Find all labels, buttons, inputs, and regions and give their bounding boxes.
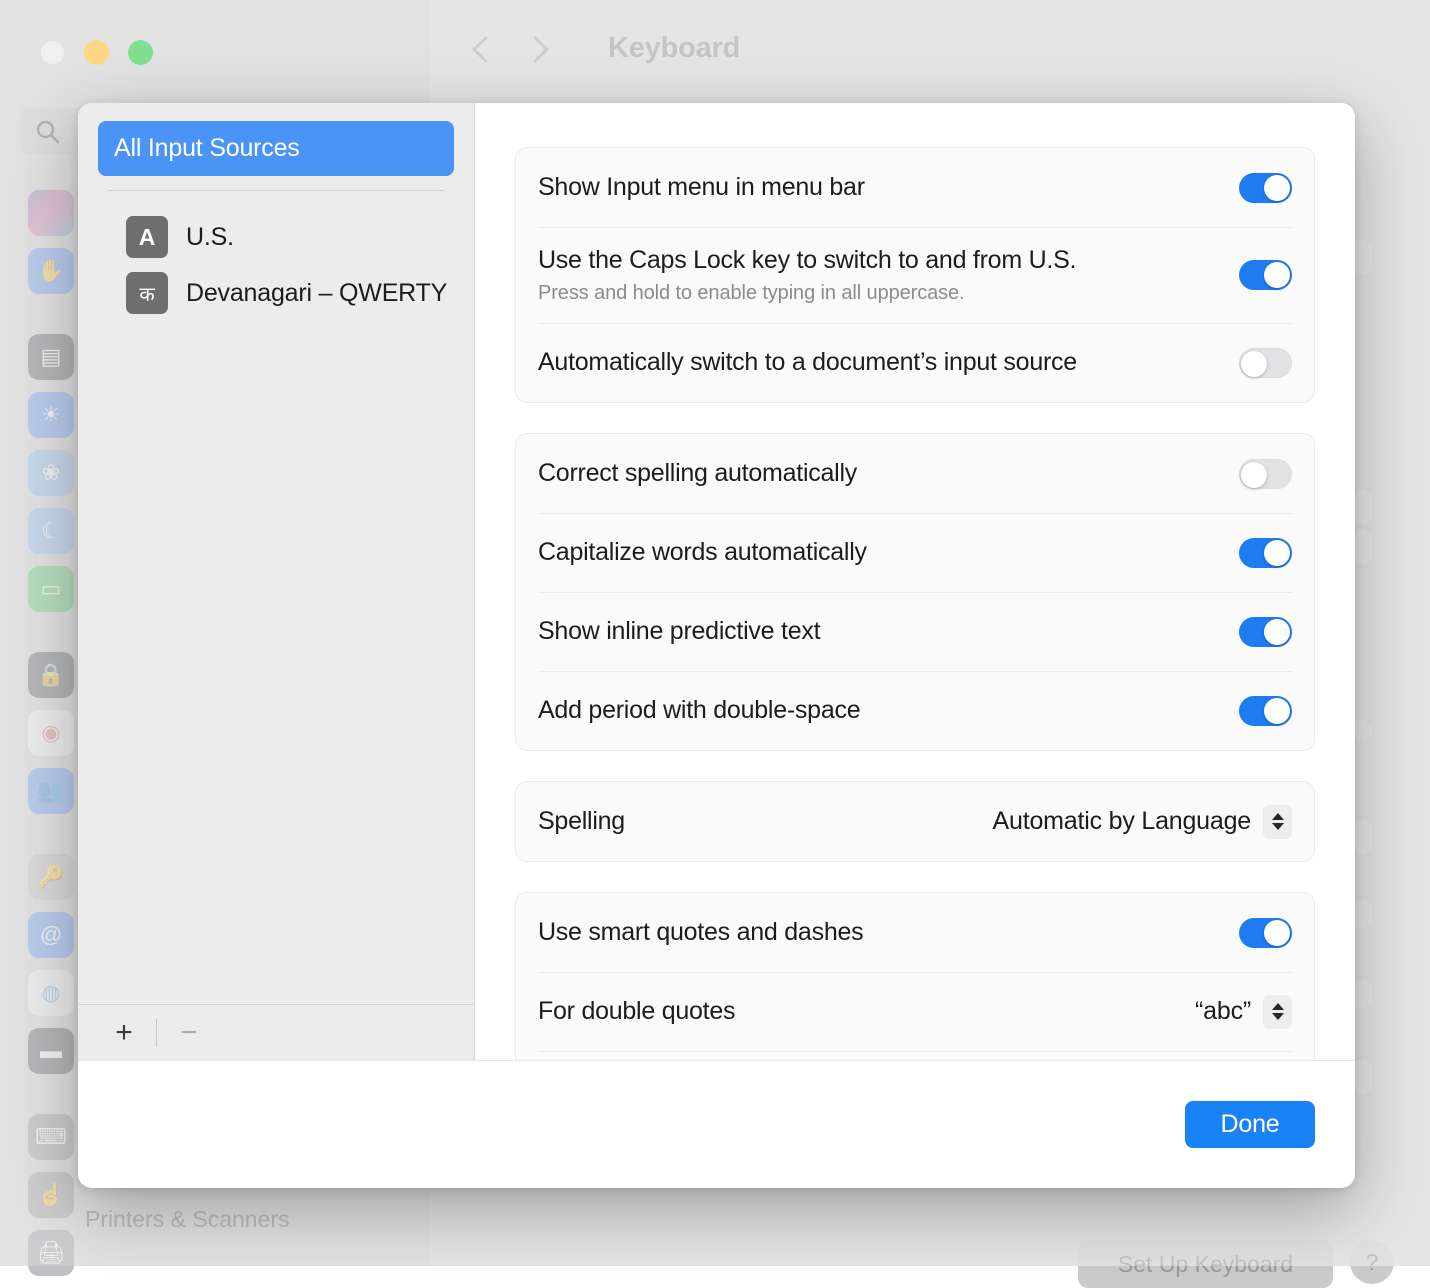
- row-label: Correct spelling automatically: [538, 458, 1239, 489]
- control-center-icon[interactable]: ▤: [28, 334, 74, 380]
- sidebar-divider: [108, 190, 444, 191]
- row-label: Capitalize words automatically: [538, 537, 1239, 568]
- touch-id-icon[interactable]: ◉: [28, 710, 74, 756]
- trackpad-icon[interactable]: ☝: [28, 1172, 74, 1218]
- input-source-badge-icon: क: [126, 272, 168, 314]
- row-spelling[interactable]: Spelling Automatic by Language: [516, 782, 1314, 861]
- screen-saver-icon[interactable]: ❀: [28, 450, 74, 496]
- input-source-badge-icon: A: [126, 216, 168, 258]
- spelling-value: Automatic by Language: [993, 807, 1251, 836]
- row-label: Use the Caps Lock key to switch to and f…: [538, 245, 1239, 276]
- siri-icon[interactable]: [28, 190, 74, 236]
- input-source-label: U.S.: [186, 223, 234, 252]
- lock-screen-icon[interactable]: 🔒: [28, 652, 74, 698]
- row-capitalize-words[interactable]: Capitalize words automatically: [516, 513, 1314, 592]
- row-inline-predictive-text[interactable]: Show inline predictive text: [516, 592, 1314, 671]
- toggle-inline-predictive-text[interactable]: [1239, 617, 1292, 647]
- all-input-sources-item[interactable]: All Input Sources: [98, 121, 454, 176]
- toggle-auto-switch-document[interactable]: [1239, 348, 1292, 378]
- close-button[interactable]: [40, 40, 65, 65]
- toggle-show-input-menu[interactable]: [1239, 173, 1292, 203]
- row-label: Show inline predictive text: [538, 616, 1239, 647]
- sidebar-item-printers-scanners[interactable]: Printers & Scanners: [85, 1206, 290, 1233]
- accessibility-icon[interactable]: ✋: [28, 248, 74, 294]
- row-single-quotes[interactable]: For single quotes ‘abc’: [516, 1051, 1314, 1060]
- window-traffic-lights: [40, 40, 153, 65]
- input-sources-toolbar: + −: [78, 1004, 474, 1060]
- chevron-left-icon[interactable]: [470, 30, 494, 72]
- battery-icon[interactable]: ▭: [28, 566, 74, 612]
- set-up-keyboard-button[interactable]: Set Up Keyboard: [1078, 1240, 1333, 1288]
- search-icon: [35, 119, 61, 145]
- row-correct-spelling[interactable]: Correct spelling automatically: [516, 434, 1314, 513]
- toggle-capitalize-words[interactable]: [1239, 538, 1292, 568]
- row-sublabel: Press and hold to enable typing in all u…: [538, 282, 1239, 305]
- zoom-button[interactable]: [128, 40, 153, 65]
- settings-group-smart-quotes: Use smart quotes and dashes For double q…: [515, 892, 1315, 1060]
- row-smart-quotes[interactable]: Use smart quotes and dashes: [516, 893, 1314, 972]
- double-quotes-popup-button[interactable]: [1263, 995, 1292, 1029]
- help-button[interactable]: ?: [1350, 1240, 1394, 1284]
- background-sidebar-icon-list: ✋ ▤ ☀ ❀ ☾ ▭ 🔒 ◉ 👥 🔑 @ ◍ ▬ ⌨ ☝ 🖨: [28, 190, 74, 1288]
- row-add-period[interactable]: Add period with double-space: [516, 671, 1314, 750]
- toggle-correct-spelling[interactable]: [1239, 459, 1292, 489]
- input-source-label: Devanagari – QWERTY: [186, 279, 447, 308]
- row-label: Use smart quotes and dashes: [538, 917, 1239, 948]
- list-item[interactable]: A U.S.: [98, 209, 454, 265]
- all-input-sources-label: All Input Sources: [114, 134, 300, 163]
- game-center-icon[interactable]: ◍: [28, 970, 74, 1016]
- input-sources-sidebar: All Input Sources A U.S. क Devanagari – …: [78, 103, 475, 1060]
- users-groups-icon[interactable]: 👥: [28, 768, 74, 814]
- row-label: Spelling: [538, 806, 993, 837]
- input-sources-settings-panel: Show Input menu in menu bar Use the Caps…: [475, 103, 1355, 1060]
- row-auto-switch-document[interactable]: Automatically switch to a document’s inp…: [516, 323, 1314, 402]
- toggle-smart-quotes[interactable]: [1239, 918, 1292, 948]
- toggle-add-period[interactable]: [1239, 696, 1292, 726]
- spelling-popup-button[interactable]: [1263, 805, 1292, 839]
- minimize-button[interactable]: [84, 40, 109, 65]
- printers-scanners-icon[interactable]: 🖨: [28, 1230, 74, 1276]
- background-titlebar: [430, 0, 1430, 103]
- chevron-right-icon[interactable]: [522, 30, 546, 72]
- wallet-icon[interactable]: ▬: [28, 1028, 74, 1074]
- input-sources-list: All Input Sources A U.S. क Devanagari – …: [78, 103, 474, 321]
- sheet-body: All Input Sources A U.S. क Devanagari – …: [78, 103, 1355, 1060]
- displays-icon[interactable]: ☀: [28, 392, 74, 438]
- sheet-footer: Done: [78, 1060, 1355, 1188]
- list-item[interactable]: क Devanagari – QWERTY: [98, 265, 454, 321]
- row-double-quotes[interactable]: For double quotes “abc”: [516, 972, 1314, 1051]
- input-sources-sheet: All Input Sources A U.S. क Devanagari – …: [78, 103, 1355, 1188]
- breadcrumb-navigation: [470, 30, 546, 72]
- settings-group-input-menu: Show Input menu in menu bar Use the Caps…: [515, 147, 1315, 403]
- internet-accounts-icon[interactable]: @: [28, 912, 74, 958]
- row-label: Show Input menu in menu bar: [538, 172, 1239, 203]
- toggle-caps-lock-switch[interactable]: [1239, 260, 1292, 290]
- row-label: Automatically switch to a document’s inp…: [538, 347, 1239, 378]
- settings-group-text-input: Correct spelling automatically Capitaliz…: [515, 433, 1315, 751]
- row-caps-lock-switch[interactable]: Use the Caps Lock key to switch to and f…: [516, 227, 1314, 323]
- toolbar-divider: [156, 1019, 157, 1047]
- wallpaper-icon[interactable]: ☾: [28, 508, 74, 554]
- settings-group-spelling: Spelling Automatic by Language: [515, 781, 1315, 862]
- add-input-source-button[interactable]: +: [100, 1013, 148, 1053]
- keyboard-icon[interactable]: ⌨: [28, 1114, 74, 1160]
- double-quotes-value: “abc”: [1195, 997, 1251, 1026]
- row-show-input-menu[interactable]: Show Input menu in menu bar: [516, 148, 1314, 227]
- remove-input-source-button[interactable]: −: [165, 1013, 213, 1053]
- row-label: Add period with double-space: [538, 695, 1239, 726]
- done-button[interactable]: Done: [1185, 1101, 1315, 1148]
- row-label: For double quotes: [538, 996, 1195, 1027]
- page-title: Keyboard: [608, 32, 740, 65]
- passwords-icon[interactable]: 🔑: [28, 854, 74, 900]
